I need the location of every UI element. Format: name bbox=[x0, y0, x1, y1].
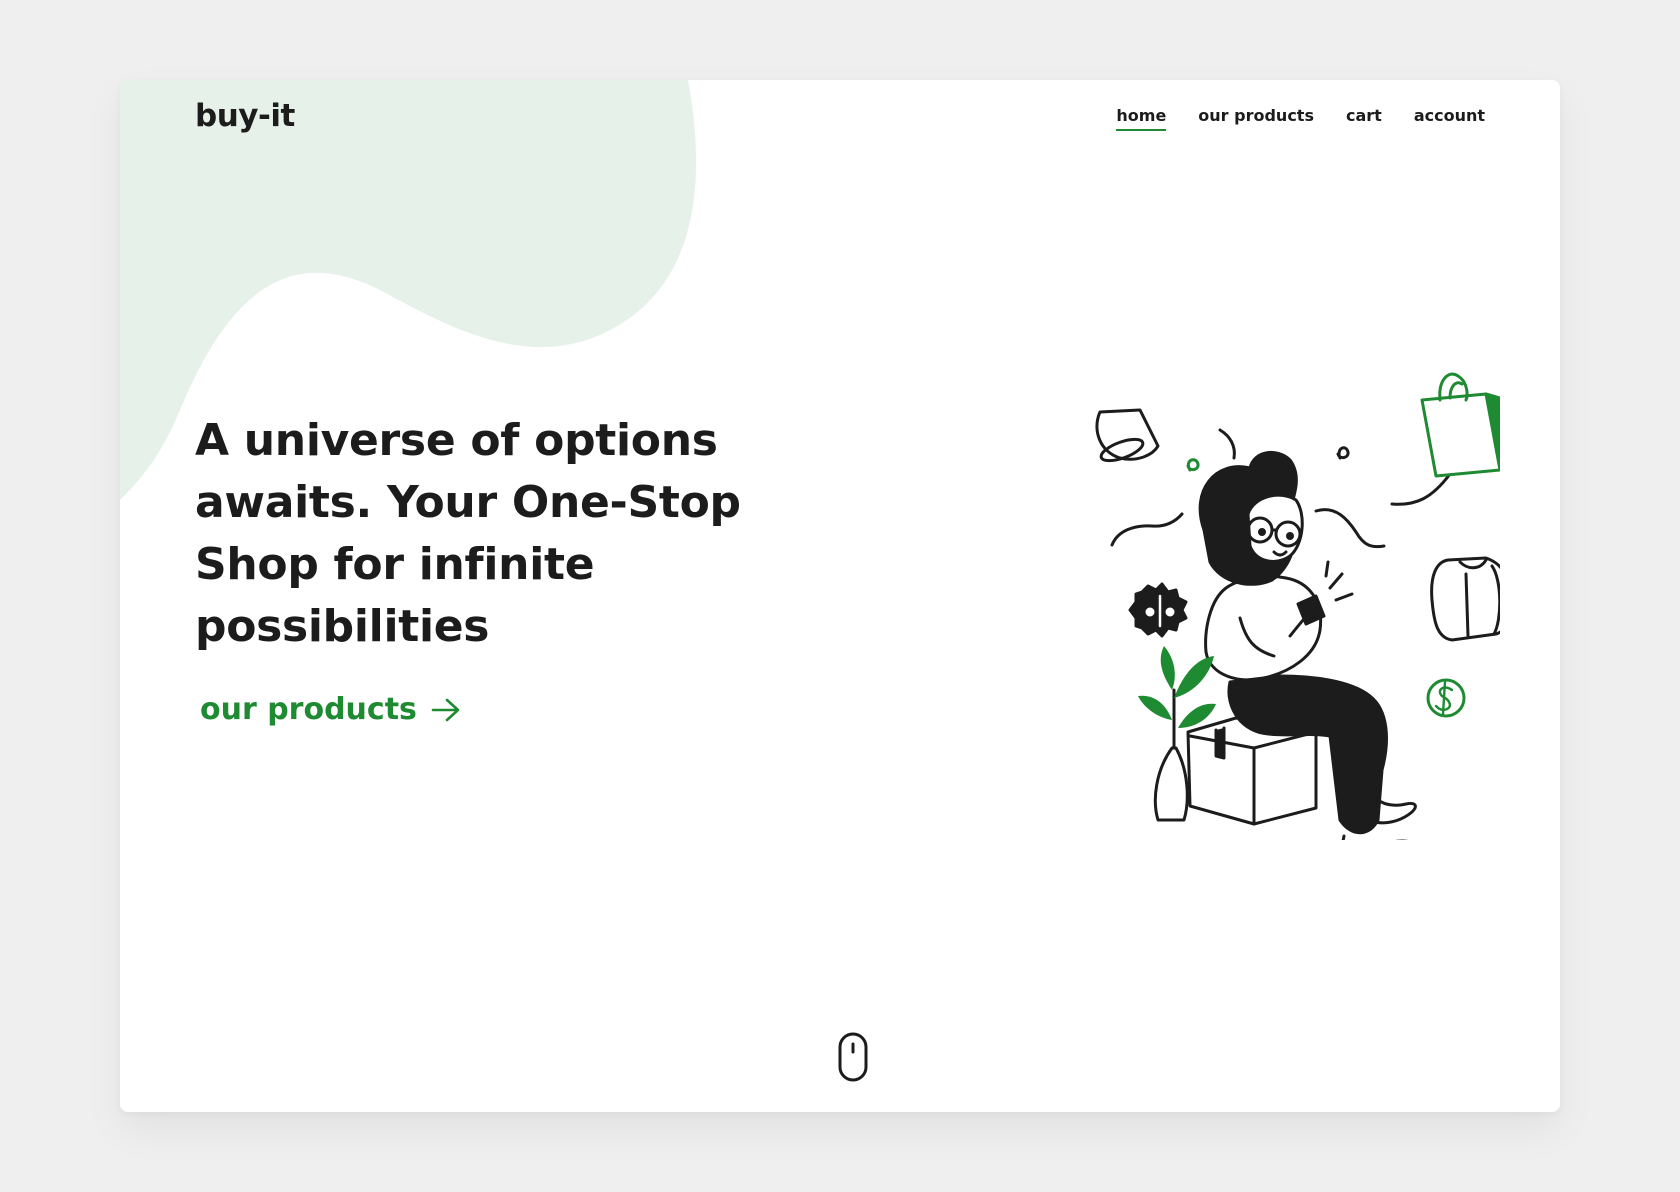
nav-item-home[interactable]: home bbox=[1116, 106, 1166, 131]
mouse-scroll-icon[interactable] bbox=[838, 1032, 868, 1084]
nav-item-our-products[interactable]: our products bbox=[1198, 106, 1314, 125]
main-nav: home our products cart account bbox=[1116, 106, 1485, 131]
woman-shopping-on-phone-illustration bbox=[1095, 372, 1500, 840]
arrow-right-icon bbox=[431, 698, 460, 721]
brand-logo[interactable]: buy-it bbox=[195, 98, 295, 134]
our-products-link[interactable]: our products bbox=[200, 692, 461, 727]
page-card: buy-it home our products cart account A … bbox=[120, 80, 1560, 1112]
nav-item-cart[interactable]: cart bbox=[1346, 106, 1382, 125]
nav-item-account[interactable]: account bbox=[1414, 106, 1485, 125]
cta-label: our products bbox=[200, 692, 417, 727]
hero-headline: A universe of options awaits. Your One-S… bbox=[195, 415, 741, 652]
